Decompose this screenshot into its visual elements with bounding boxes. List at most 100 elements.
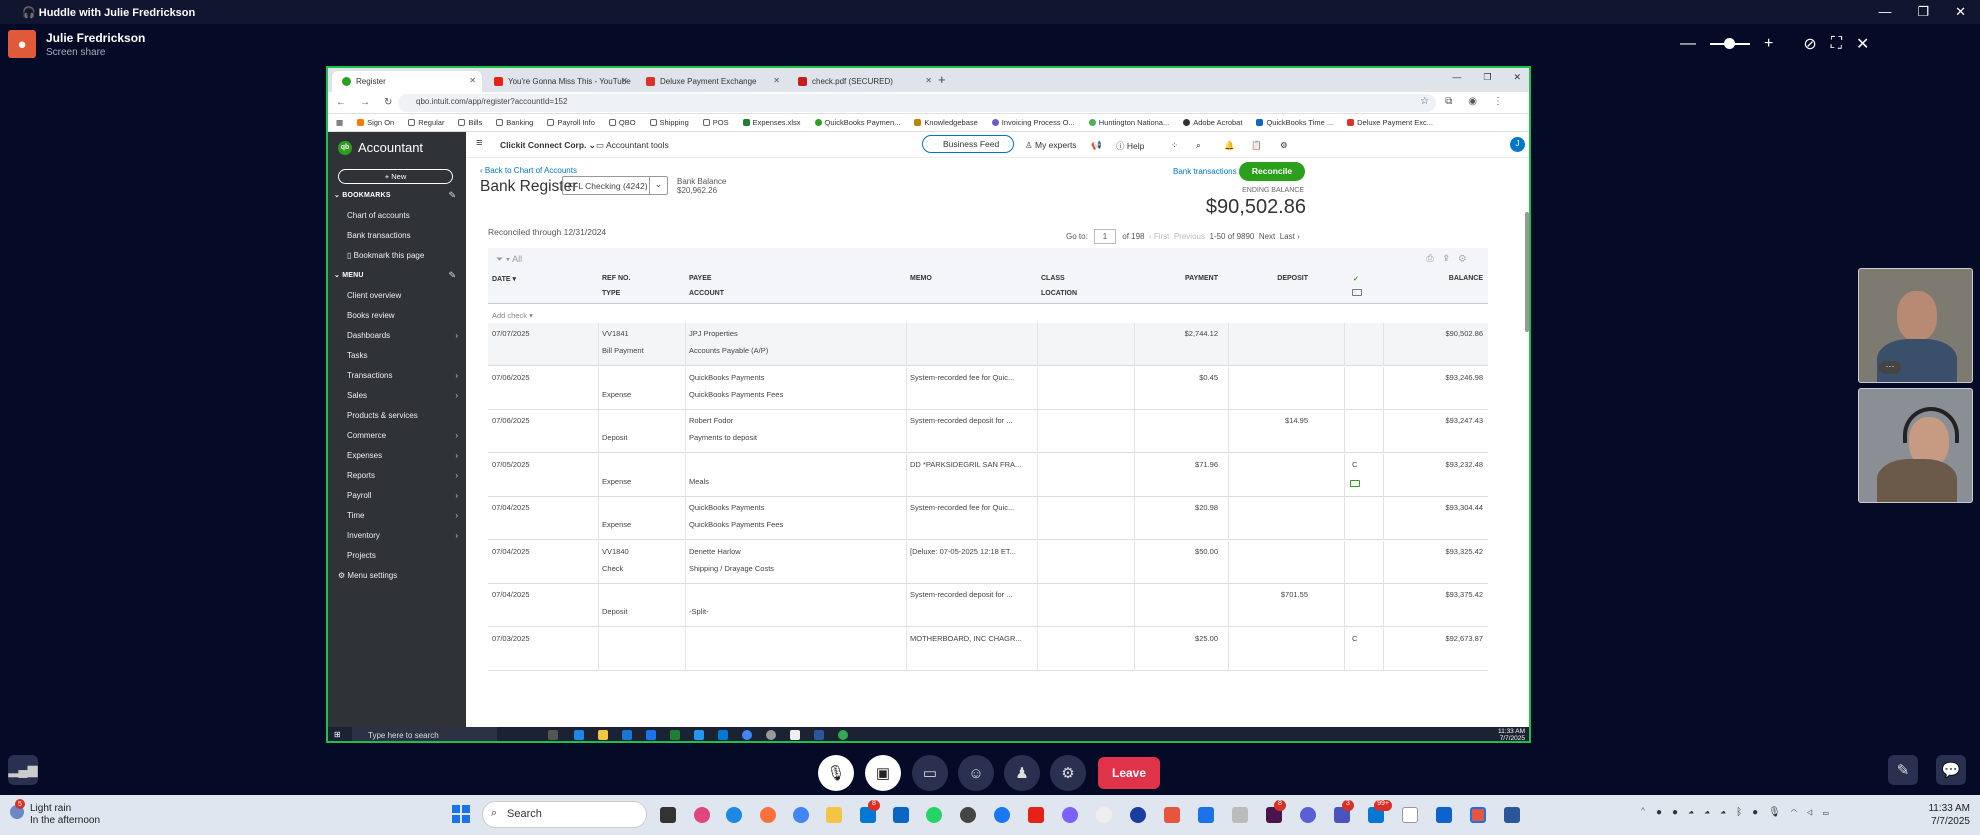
app-icon[interactable] [1402,807,1418,823]
table-row[interactable]: 07/07/2025 VV1841 JPJ Properties $2,744.12 $… [488,323,1488,366]
chevron-down-icon[interactable]: ⌄ [649,177,667,194]
word-icon[interactable] [1504,807,1520,823]
chrome-icon[interactable] [793,807,809,823]
sidebar-item-time[interactable]: Time [347,511,364,520]
col-class[interactable]: CLASS [1041,275,1065,282]
my-experts[interactable]: ♙ My experts [1025,140,1077,151]
table-row[interactable]: 07/03/2025 MOTHERBOARD, INC CHAGR... $25.0… [488,627,1488,671]
sidebar-item-products-services[interactable]: Products & services [347,411,418,420]
chevron-up-icon[interactable]: ⌃ [1640,807,1656,818]
bookmark-item[interactable]: QuickBooks Time ... [1256,118,1333,131]
word-icon[interactable] [814,730,824,740]
table-row[interactable]: 07/05/2025 DD *PARKSIDEGRIL SAN FRA... $71… [488,453,1488,497]
app-icon[interactable] [622,730,632,740]
new-tab-icon[interactable]: + [938,72,946,87]
forward-arrow-icon[interactable]: → [360,97,384,108]
battery-icon[interactable]: ▭ [1823,807,1839,818]
system-clock[interactable]: 11:33 AM 7/7/2025 [1928,802,1970,828]
sidebar-item-commerce[interactable]: Commerce [347,431,386,440]
help-link[interactable]: ⓘ Help [1116,140,1144,152]
filter-dropdown[interactable]: ⏷ ▾ All [496,254,522,265]
app-icon[interactable] [1436,807,1452,823]
bookmark-item[interactable]: Adobe Acrobat [1183,118,1242,131]
bookmark-item[interactable]: Regular [408,118,444,131]
app-icon[interactable] [766,730,776,740]
previous-page-link[interactable]: Previous [1174,232,1205,241]
col-cleared[interactable]: ✓ [1353,275,1359,283]
bookmark-item[interactable]: Banking [496,118,533,131]
col-payment[interactable]: PAYMENT [1138,275,1218,282]
bookmark-item[interactable]: QBO [608,118,636,131]
restore-icon[interactable]: ❐ [1483,72,1491,83]
table-row[interactable]: 07/06/2025 Robert Fodor System-recorded de… [488,410,1488,453]
chrome-icon[interactable] [838,730,848,740]
col-balance[interactable]: BALANCE [1388,275,1483,282]
lock-icon[interactable] [960,807,976,823]
sidebar-item-tasks[interactable]: Tasks [347,351,367,360]
bank-transactions-link[interactable]: Bank transactions [1173,167,1237,176]
table-row[interactable]: 07/04/2025 QuickBooks Payments System-reco… [488,497,1488,540]
close-icon[interactable]: ✕ [1955,4,1966,24]
col-memo[interactable]: MEMO [910,275,932,282]
sidebar-item-chart-of-accounts[interactable]: Chart of accounts [347,211,410,220]
signal-stats-icon[interactable]: ▂▄▆ [8,755,38,785]
camera-icon[interactable]: ▣ [865,755,901,791]
menu-header[interactable]: ⌄ MENU [334,271,364,279]
menu-settings[interactable]: ⚙ Menu settings [338,571,397,580]
cloud-icon[interactable]: ☁ [1720,807,1736,818]
bell-icon[interactable]: 🔔 [1224,140,1235,151]
apps-grid-icon[interactable]: ⁘ [1171,140,1178,151]
attachment-icon[interactable] [1350,479,1360,487]
participant-video-1[interactable]: ··· [1858,268,1973,383]
sidebar-item-projects[interactable]: Projects [347,551,376,560]
firefox-icon[interactable] [760,807,776,823]
zoom-out-icon[interactable]: — [1680,35,1696,53]
sidebar-item-payroll[interactable]: Payroll [347,491,371,500]
new-button[interactable]: + New [338,169,453,184]
bookmark-item[interactable]: QuickBooks Paymen... [814,118,900,131]
facebook-icon[interactable] [994,807,1010,823]
cloud-icon[interactable]: ☁ [1688,807,1704,818]
reconcile-button[interactable]: Reconcile [1239,162,1305,181]
app-icon[interactable] [694,730,704,740]
teams-icon[interactable]: 3 [1334,800,1354,823]
app-icon[interactable] [1164,807,1180,823]
settings-gear-icon[interactable]: ⚙ [1050,755,1086,791]
outlook-icon[interactable]: 8 [860,800,880,823]
excel-icon[interactable] [670,730,680,740]
more-badge[interactable]: ··· [1879,361,1901,374]
windows-start-icon[interactable] [452,805,470,823]
table-row[interactable]: 07/06/2025 QuickBooks Payments System-reco… [488,366,1488,410]
close-tab-icon[interactable]: ✕ [925,76,932,85]
app-icon[interactable] [574,730,584,740]
skype-icon[interactable] [1198,807,1214,823]
company-selector[interactable]: Clickit Connect Corp. ⌄ [500,140,596,151]
table-row[interactable]: 07/04/2025 VV1840 Denette Harlow [Deluxe: 0… [488,540,1488,584]
table-row[interactable]: 07/04/2025 System-recorded deposit for ..… [488,584,1488,627]
emoji-icon[interactable]: ☺ [958,755,994,791]
col-type[interactable]: TYPE [602,290,620,297]
close-icon[interactable]: ✕ [1513,72,1521,83]
app-icon[interactable] [790,730,800,740]
minimize-icon[interactable]: — [1878,4,1891,24]
bookmark-item[interactable]: Bills [458,118,482,131]
taskbar-search[interactable]: ⌕ Search [482,801,647,828]
fullscreen-icon[interactable]: ⛶ [1831,35,1842,53]
megaphone-icon[interactable]: 📢 [1091,140,1102,151]
thread-icon[interactable]: ✎ [1888,755,1918,785]
bookmark-item[interactable]: Invoicing Process O... [991,118,1075,131]
extension-icon[interactable]: ⧉ [1445,96,1468,107]
profile-icon[interactable]: ◉ [1468,96,1493,107]
chrome-icon[interactable] [742,730,752,740]
sidebar-item-books-review[interactable]: Books review [347,311,395,320]
settings-gear-icon[interactable]: ⚙ [1459,253,1476,263]
task-view-icon[interactable] [660,807,676,823]
wifi-icon[interactable]: ◠ [1791,807,1807,818]
zoom-in-icon[interactable]: + [1764,35,1773,53]
slack-icon[interactable]: 8 [1266,800,1286,823]
file-explorer-icon[interactable] [598,730,608,740]
col-date[interactable]: DATE ▾ [492,275,516,283]
edit-pencil-icon[interactable]: ✎ [448,270,456,281]
col-ref[interactable]: REF NO. [602,275,630,282]
edge-icon[interactable] [726,807,742,823]
